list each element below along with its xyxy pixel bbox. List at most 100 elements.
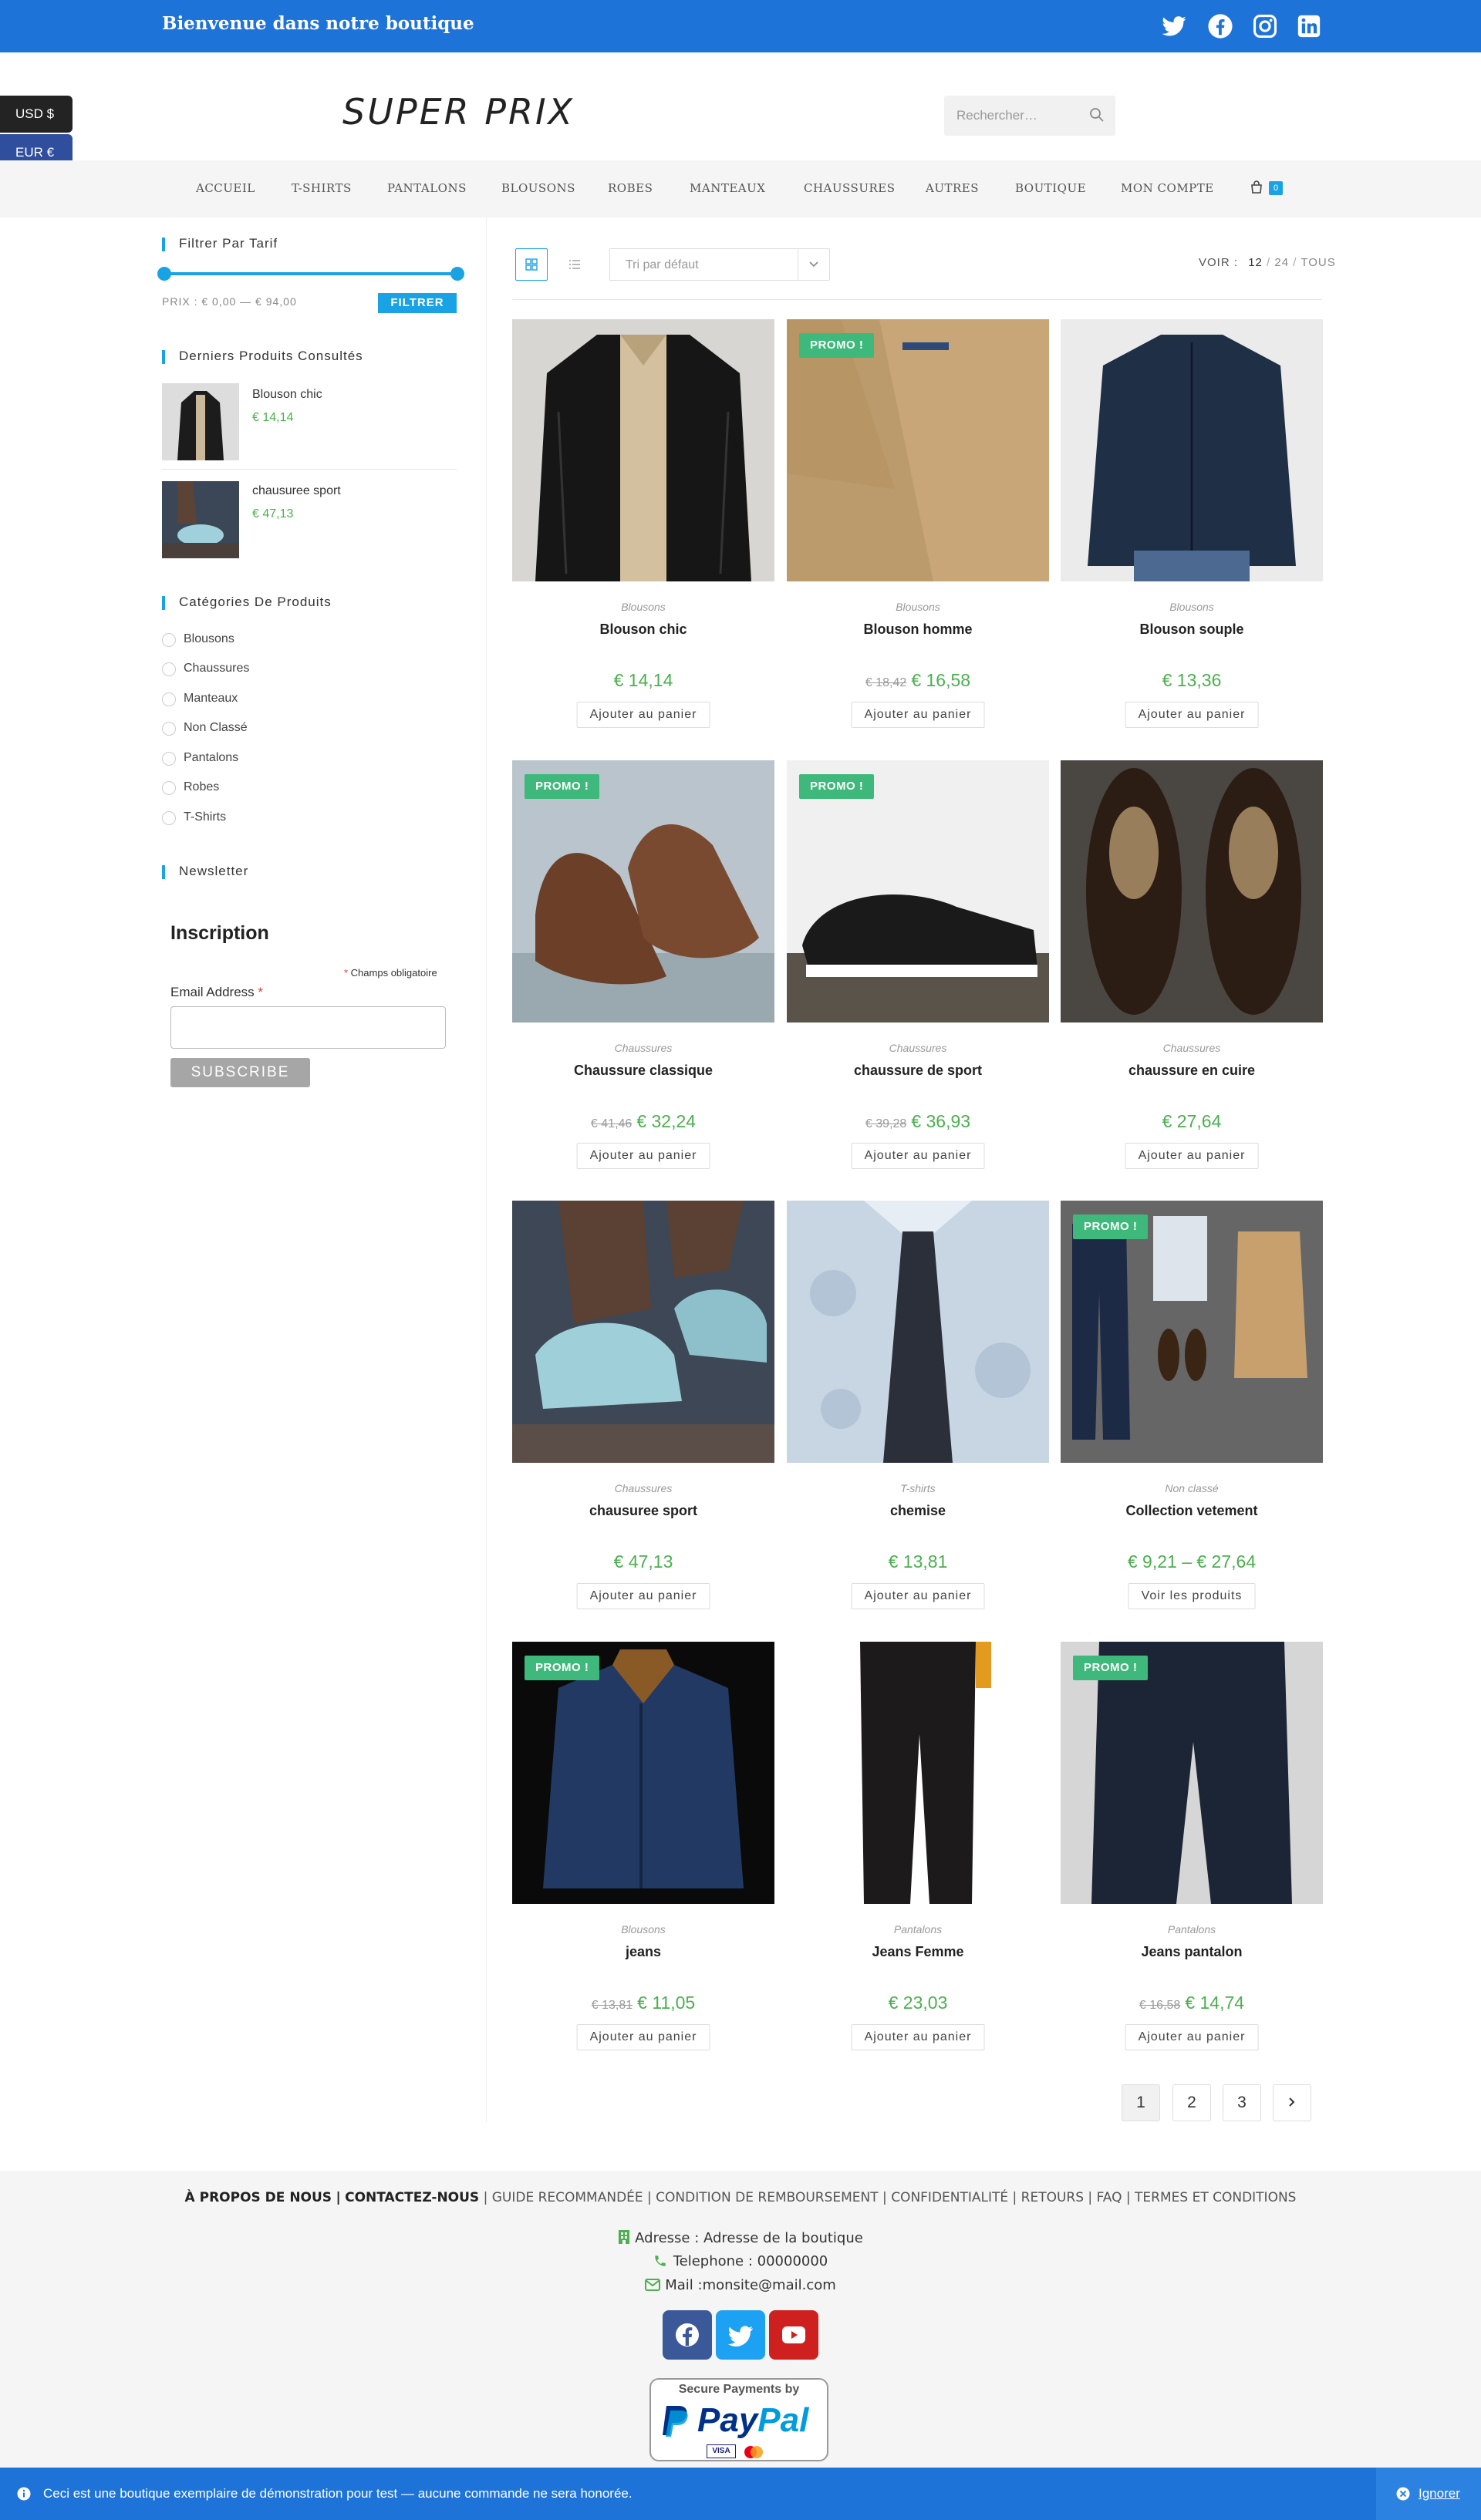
product-category[interactable]: Chaussures xyxy=(1061,1042,1323,1054)
product-name[interactable]: Jeans pantalon xyxy=(1061,1944,1323,1960)
add-to-cart-button[interactable]: Ajouter au panier xyxy=(576,702,710,728)
product-image[interactable] xyxy=(787,1642,1049,1904)
nav-pantalons[interactable]: PANTALONS xyxy=(387,181,467,195)
next-page-button[interactable] xyxy=(1273,2084,1311,2121)
product-name[interactable]: jeans xyxy=(512,1944,774,1960)
price-slider-min-handle[interactable] xyxy=(157,267,171,281)
product-image[interactable]: PROMO ! xyxy=(512,1642,774,1904)
footer-link-about[interactable]: À PROPOS DE NOUS xyxy=(185,2190,332,2205)
product-category[interactable]: T-shirts xyxy=(787,1482,1049,1494)
add-to-cart-button[interactable]: Ajouter au panier xyxy=(576,1143,710,1169)
product-name[interactable]: Chaussure classique xyxy=(512,1063,774,1079)
product-name[interactable]: Collection vetement xyxy=(1061,1503,1323,1519)
search-icon[interactable] xyxy=(1089,107,1105,123)
product-category[interactable]: Pantalons xyxy=(1061,1923,1323,1935)
site-logo[interactable]: SUPER PRIX xyxy=(342,91,575,133)
page-1-current[interactable]: 1 xyxy=(1122,2084,1160,2121)
per-page-all[interactable]: TOUS xyxy=(1301,256,1335,269)
add-to-cart-button[interactable]: Ajouter au panier xyxy=(576,1583,710,1609)
facebook-icon[interactable] xyxy=(1207,13,1233,39)
nav-accueil[interactable]: ACCUEIL xyxy=(196,181,255,195)
product-category[interactable]: Blousons xyxy=(512,601,774,613)
category-chaussures[interactable]: Chaussures xyxy=(162,662,249,676)
product-image[interactable] xyxy=(1061,319,1323,581)
add-to-cart-button[interactable]: Ajouter au panier xyxy=(576,2024,710,2050)
recent-product-thumb[interactable] xyxy=(162,383,239,460)
currency-usd[interactable]: USD $ xyxy=(0,96,73,133)
nav-manteaux[interactable]: MANTEAUX xyxy=(690,181,765,195)
product-category[interactable]: Chaussures xyxy=(512,1482,774,1494)
per-page-24[interactable]: 24 xyxy=(1274,256,1289,269)
price-slider-max-handle[interactable] xyxy=(450,267,464,281)
subscribe-button[interactable]: SUBSCRIBE xyxy=(170,1058,310,1087)
category-t-shirts[interactable]: T-Shirts xyxy=(162,810,226,825)
product-category[interactable]: Blousons xyxy=(787,601,1049,613)
add-to-cart-button[interactable]: Ajouter au panier xyxy=(851,702,985,728)
category-non-classe[interactable]: Non Classé xyxy=(162,721,248,736)
search-box[interactable]: Rechercher… xyxy=(944,96,1115,136)
product-category[interactable]: Chaussures xyxy=(787,1042,1049,1054)
product-category[interactable]: Chaussures xyxy=(512,1042,774,1054)
category-manteaux[interactable]: Manteaux xyxy=(162,692,238,706)
category-robes[interactable]: Robes xyxy=(162,780,219,795)
category-pantalons[interactable]: Pantalons xyxy=(162,751,238,766)
product-category[interactable]: Blousons xyxy=(512,1923,774,1935)
product-category[interactable]: Blousons xyxy=(1061,601,1323,613)
product-image[interactable]: PROMO ! xyxy=(512,760,774,1022)
recent-product-name[interactable]: chausuree sport xyxy=(252,484,341,498)
page-2[interactable]: 2 xyxy=(1172,2084,1211,2121)
nav-chaussures[interactable]: CHAUSSURES xyxy=(804,181,895,195)
product-category[interactable]: Pantalons xyxy=(787,1923,1049,1935)
footer-links-other[interactable]: | GUIDE RECOMMANDÉE | CONDITION DE REMBO… xyxy=(484,2190,1297,2205)
category-blousons[interactable]: Blousons xyxy=(162,632,234,647)
product-name[interactable]: Jeans Femme xyxy=(787,1944,1049,1960)
add-to-cart-button[interactable]: Ajouter au panier xyxy=(1125,702,1259,728)
footer-link-contact[interactable]: CONTACTEZ-NOUS xyxy=(345,2190,479,2205)
recent-product-name[interactable]: Blouson chic xyxy=(252,388,322,402)
filter-button[interactable]: FILTRER xyxy=(378,293,457,313)
price-slider-track[interactable] xyxy=(164,272,457,275)
nav-mon-compte[interactable]: MON COMPTE xyxy=(1121,181,1214,195)
footer-youtube-button[interactable] xyxy=(769,2310,818,2360)
nav-t-shirts[interactable]: T-SHIRTS xyxy=(292,181,352,195)
nav-robes[interactable]: ROBES xyxy=(608,181,653,195)
product-image[interactable]: PROMO ! xyxy=(1061,1201,1323,1463)
instagram-icon[interactable] xyxy=(1252,13,1278,39)
add-to-cart-button[interactable]: Ajouter au panier xyxy=(851,1583,985,1609)
product-name[interactable]: chaussure en cuire xyxy=(1061,1063,1323,1079)
product-name[interactable]: Blouson souple xyxy=(1061,622,1323,638)
linkedin-icon[interactable] xyxy=(1296,13,1322,39)
add-to-cart-button[interactable]: Ajouter au panier xyxy=(1125,1143,1259,1169)
sort-select[interactable]: Tri par défaut xyxy=(609,248,830,281)
product-image[interactable] xyxy=(787,1201,1049,1463)
nav-autres[interactable]: AUTRES xyxy=(926,181,979,195)
page-3[interactable]: 3 xyxy=(1223,2084,1261,2121)
nav-blousons[interactable]: BLOUSONS xyxy=(501,181,575,195)
per-page-12[interactable]: 12 xyxy=(1248,256,1263,269)
add-to-cart-button[interactable]: Ajouter au panier xyxy=(1125,2024,1259,2050)
dismiss-notice-button[interactable]: Ignorer xyxy=(1376,2468,1481,2520)
product-image[interactable] xyxy=(1061,760,1323,1022)
product-image[interactable]: PROMO ! xyxy=(787,760,1049,1022)
recent-product-thumb[interactable] xyxy=(162,481,239,558)
nav-boutique[interactable]: BOUTIQUE xyxy=(1015,181,1086,195)
product-name[interactable]: chemise xyxy=(787,1503,1049,1519)
list-view-button[interactable] xyxy=(558,248,591,281)
product-image[interactable]: PROMO ! xyxy=(1061,1642,1323,1904)
cart-icon[interactable] xyxy=(1250,180,1263,194)
product-image[interactable] xyxy=(512,1201,774,1463)
add-to-cart-button[interactable]: Ajouter au panier xyxy=(851,2024,985,2050)
add-to-cart-button[interactable]: Ajouter au panier xyxy=(851,1143,985,1169)
product-name[interactable]: Blouson homme xyxy=(787,622,1049,638)
grid-view-button[interactable] xyxy=(515,248,548,281)
footer-twitter-button[interactable] xyxy=(716,2310,765,2360)
footer-facebook-button[interactable] xyxy=(663,2310,712,2360)
product-name[interactable]: chausuree sport xyxy=(512,1503,774,1519)
view-products-button[interactable]: Voir les produits xyxy=(1128,1583,1256,1609)
email-field[interactable] xyxy=(170,1006,446,1049)
product-name[interactable]: Blouson chic xyxy=(512,622,774,638)
product-category[interactable]: Non classé xyxy=(1061,1482,1323,1494)
twitter-icon[interactable] xyxy=(1161,13,1187,39)
product-image[interactable]: PROMO ! xyxy=(787,319,1049,581)
product-name[interactable]: chaussure de sport xyxy=(787,1063,1049,1079)
